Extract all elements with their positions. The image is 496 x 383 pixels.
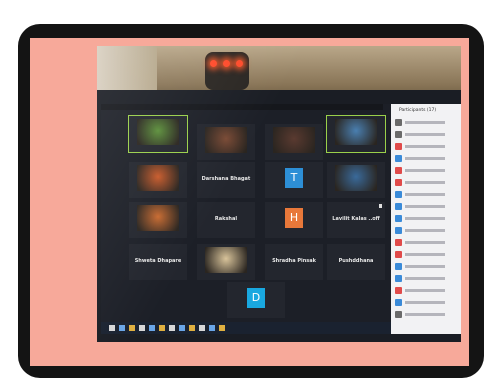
monitor-photo: Darshana BhagatTRakshalHLavilit Kalas ..… [97,46,461,342]
screen-glare [97,46,461,342]
